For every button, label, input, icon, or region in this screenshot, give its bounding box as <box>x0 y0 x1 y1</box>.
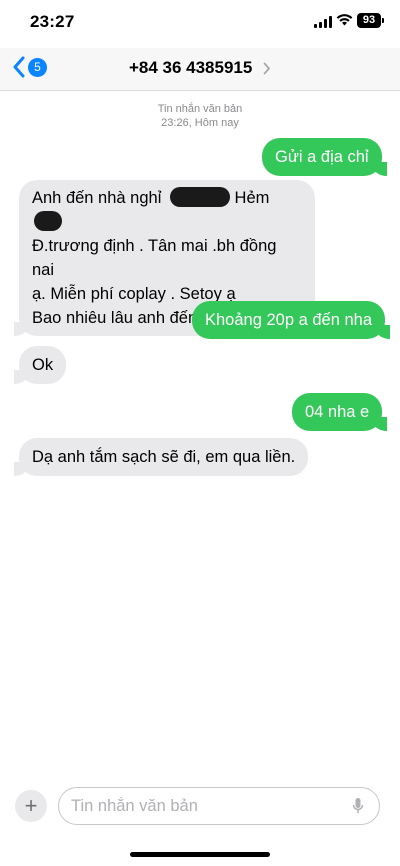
outgoing-message[interactable]: 04 nha e <box>292 393 388 431</box>
conversation-header: 5 +84 36 4385915 <box>0 48 400 91</box>
status-time: 23:27 <box>30 12 75 31</box>
message-text: Ok <box>32 356 54 374</box>
message-line: Đ.trương định . Tân mai .bh đồng nai <box>32 237 277 279</box>
contact-title[interactable]: +84 36 4385915 <box>0 58 400 78</box>
add-attachment-button[interactable]: + <box>15 790 47 822</box>
incoming-message[interactable]: Dạ anh tắm sạch sẽ đi, em qua liền. <box>13 438 309 476</box>
timestamp-label: 23:26, Hôm nay <box>161 117 239 129</box>
message-text: 04 nha e <box>305 403 370 421</box>
redaction-mark <box>169 187 230 207</box>
chevron-right-icon <box>263 62 270 75</box>
redaction-mark <box>34 211 62 231</box>
outgoing-message[interactable]: Gửi a địa chỉ <box>262 138 387 176</box>
home-indicator <box>130 852 270 857</box>
thread-timestamp: Tin nhắn văn bản 23:26, Hôm nay <box>0 102 400 130</box>
message-text: Khoảng 20p a đến nha <box>205 311 372 329</box>
message-input[interactable] <box>58 787 380 825</box>
cellular-signal-icon <box>314 15 332 28</box>
message-text: Gửi a địa chỉ <box>275 148 369 166</box>
wifi-icon <box>336 14 353 26</box>
service-label: Tin nhắn văn bản <box>157 103 243 115</box>
message-composer: + <box>0 784 400 830</box>
incoming-message[interactable]: Ok <box>13 346 67 384</box>
contact-number: +84 36 4385915 <box>128 58 253 77</box>
battery-icon: 93 <box>357 13 384 28</box>
outgoing-message[interactable]: Khoảng 20p a đến nha <box>192 301 390 339</box>
message-text: Dạ anh tắm sạch sẽ đi, em qua liền. <box>32 448 296 466</box>
status-bar: 23:27 93 <box>0 0 400 48</box>
microphone-icon[interactable] <box>352 797 364 815</box>
message-line: Anh đến nhà nghỉ Hẻm <box>32 186 302 234</box>
plus-icon: + <box>24 793 38 818</box>
